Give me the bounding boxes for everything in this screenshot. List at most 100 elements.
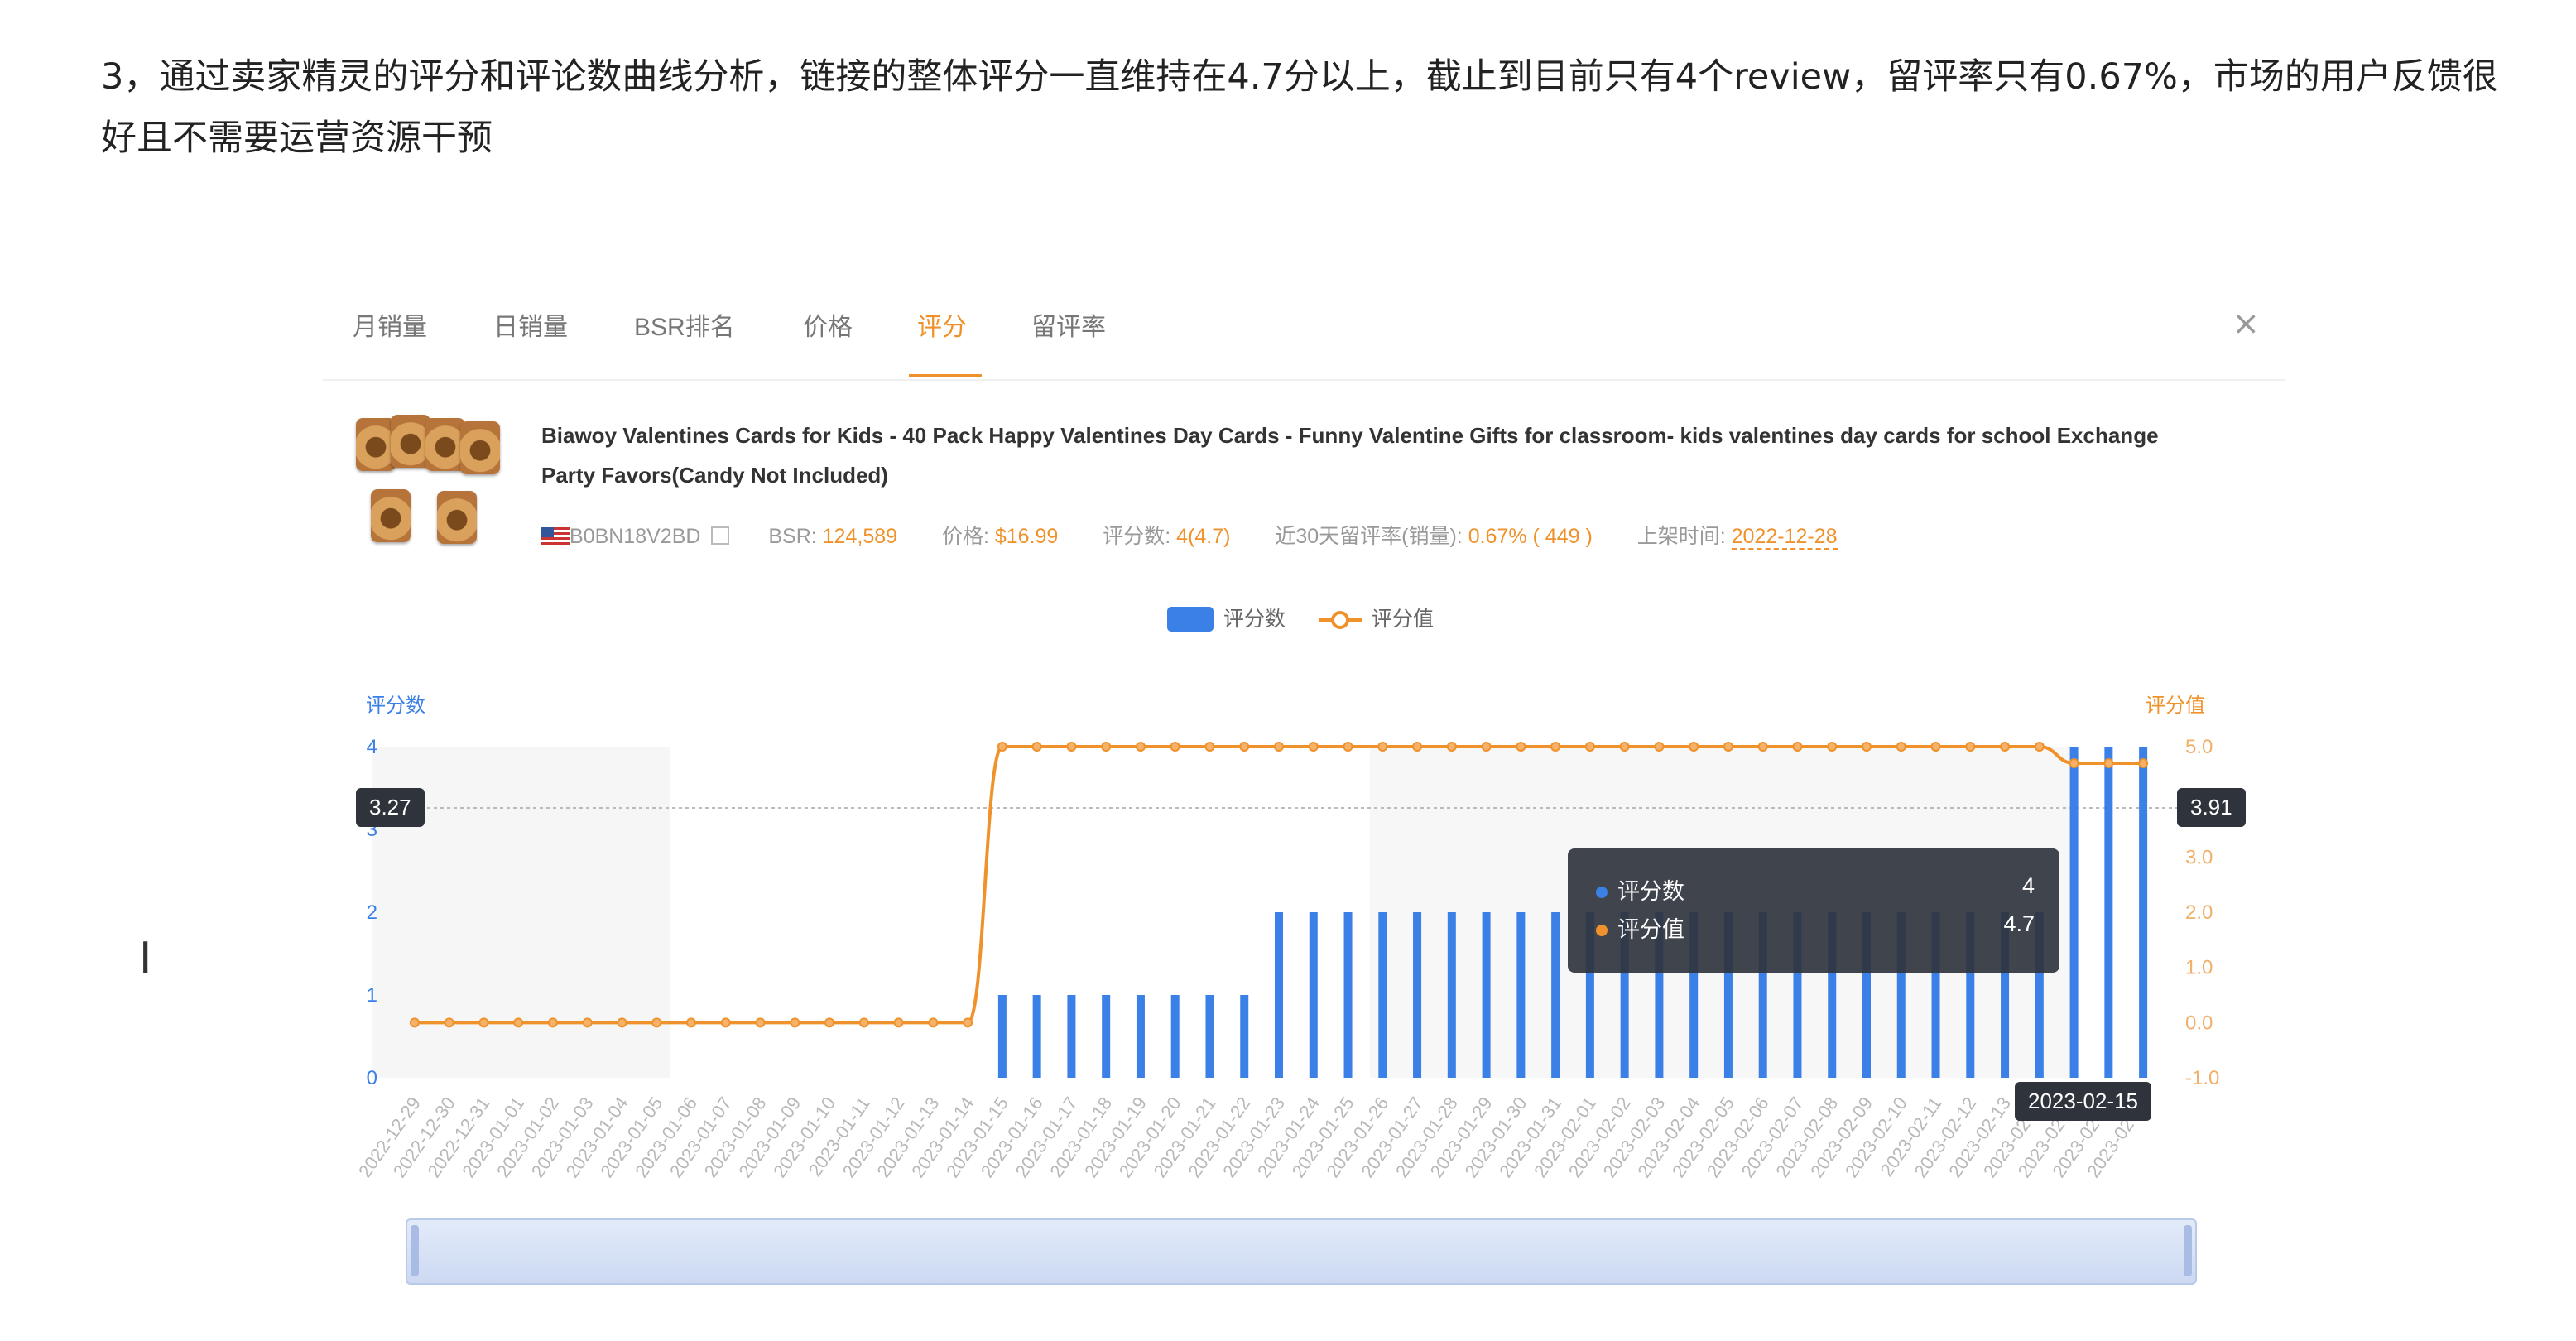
line-point[interactable] <box>513 1017 524 1028</box>
line-point[interactable] <box>858 1017 869 1028</box>
bar[interactable] <box>2139 747 2148 1078</box>
line-point[interactable] <box>1274 742 1284 752</box>
line-point[interactable] <box>1689 742 1699 752</box>
line-point[interactable] <box>478 1017 489 1028</box>
right-axis-title: 评分值 <box>2146 695 2205 717</box>
line-point[interactable] <box>651 1017 662 1028</box>
line-point[interactable] <box>1757 742 1768 752</box>
line-point[interactable] <box>1066 742 1077 752</box>
line-point[interactable] <box>444 1017 454 1028</box>
bar[interactable] <box>2104 747 2113 1078</box>
bar[interactable] <box>2069 747 2079 1078</box>
line-point[interactable] <box>928 1017 939 1028</box>
line-point[interactable] <box>2000 742 2011 752</box>
bar[interactable] <box>1205 995 1214 1078</box>
line-point[interactable] <box>1204 742 1215 752</box>
bar[interactable] <box>1067 995 1076 1078</box>
line-point[interactable] <box>409 1017 420 1028</box>
seller-sprite-panel: 月销量 日销量 BSR排名 价格 评分 留评率 × Biawoy Valenti… <box>323 281 2285 1341</box>
bar[interactable] <box>1309 912 1318 1078</box>
bar[interactable] <box>997 995 1007 1078</box>
line-point[interactable] <box>1481 742 1492 752</box>
bar[interactable] <box>1102 995 1111 1078</box>
zoom-slider[interactable] <box>406 1218 2197 1285</box>
line-point[interactable] <box>1584 742 1595 752</box>
left-tick-label: 1 <box>367 984 377 1007</box>
right-tick-label: 1.0 <box>2185 957 2213 979</box>
line-point[interactable] <box>997 742 1007 752</box>
right-tick-label: 3.0 <box>2185 846 2213 868</box>
line-point[interactable] <box>1792 742 1803 752</box>
line-point[interactable] <box>2138 758 2149 768</box>
line-point[interactable] <box>1412 742 1423 752</box>
tooltip-score-dot <box>1596 925 1608 936</box>
line-point[interactable] <box>1723 742 1733 752</box>
left-tick-label: 2 <box>367 901 377 924</box>
line-point[interactable] <box>1862 742 1872 752</box>
line-point[interactable] <box>963 1017 973 1028</box>
right-tick-label: 0.0 <box>2185 1012 2213 1034</box>
bar[interactable] <box>1343 912 1353 1078</box>
line-point[interactable] <box>1031 742 1042 752</box>
line-point[interactable] <box>1930 742 1941 752</box>
bar[interactable] <box>1516 912 1526 1078</box>
line-point[interactable] <box>2034 742 2045 752</box>
line-point[interactable] <box>2069 758 2079 768</box>
line-point[interactable] <box>1101 742 1112 752</box>
tooltip-count-row: 评分数 4 <box>1596 873 2035 906</box>
line-point[interactable] <box>1135 742 1146 752</box>
bar[interactable] <box>1447 912 1456 1078</box>
bar[interactable] <box>1240 995 1249 1078</box>
tooltip-score-row: 评分值 4.7 <box>1596 911 2035 944</box>
line-point[interactable] <box>755 1017 766 1028</box>
tooltip-score-value: 4.7 <box>2003 911 2035 936</box>
line-point[interactable] <box>1965 742 1976 752</box>
line-point[interactable] <box>1308 742 1319 752</box>
bar[interactable] <box>1551 912 1560 1078</box>
line-point[interactable] <box>2103 758 2114 768</box>
slider-left-handle[interactable] <box>411 1225 419 1276</box>
crosshair-right-value: 3.91 <box>2177 788 2246 827</box>
rating-chart[interactable]: 评分数评分值432105.04.03.02.01.00.0-1.02022-12… <box>323 281 2285 1341</box>
slider-right-handle[interactable] <box>2184 1225 2192 1276</box>
crosshair-date: 2023-02-15 <box>2015 1082 2151 1121</box>
line-point[interactable] <box>617 1017 627 1028</box>
line-point[interactable] <box>1446 742 1457 752</box>
line-point[interactable] <box>1170 742 1180 752</box>
bar[interactable] <box>1136 995 1145 1078</box>
bar[interactable] <box>1275 912 1283 1078</box>
bar[interactable] <box>1170 995 1180 1078</box>
tooltip-count-dot <box>1596 887 1608 898</box>
line-point[interactable] <box>1654 742 1665 752</box>
tooltip-score-label: 评分值 <box>1617 917 1684 942</box>
line-point[interactable] <box>1550 742 1561 752</box>
line-point[interactable] <box>547 1017 558 1028</box>
left-axis-title: 评分数 <box>366 695 425 717</box>
right-tick-label: 5.0 <box>2185 736 2213 758</box>
bar[interactable] <box>1413 912 1422 1078</box>
bar[interactable] <box>1032 995 1041 1078</box>
line-point[interactable] <box>1377 742 1388 752</box>
line-point[interactable] <box>1516 742 1526 752</box>
right-tick-label: -1.0 <box>2185 1067 2219 1089</box>
line-point[interactable] <box>790 1017 800 1028</box>
tooltip-count-label: 评分数 <box>1617 879 1684 904</box>
article-paragraph: 3，通过卖家精灵的评分和评论数曲线分析，链接的整体评分一直维持在4.7分以上，截… <box>101 56 2498 159</box>
left-tick-label: 4 <box>367 736 377 758</box>
line-point[interactable] <box>893 1017 904 1028</box>
line-point[interactable] <box>720 1017 731 1028</box>
bar[interactable] <box>1482 912 1491 1078</box>
left-tick-label: 0 <box>367 1067 377 1089</box>
crosshair-left-value: 3.27 <box>356 788 425 827</box>
line-point[interactable] <box>1343 742 1353 752</box>
right-tick-label: 2.0 <box>2185 901 2213 924</box>
line-point[interactable] <box>1239 742 1250 752</box>
line-point[interactable] <box>1896 742 1906 752</box>
tooltip-count-value: 4 <box>2021 873 2035 898</box>
line-point[interactable] <box>1619 742 1630 752</box>
line-point[interactable] <box>1827 742 1838 752</box>
line-point[interactable] <box>824 1017 835 1028</box>
line-point[interactable] <box>686 1017 696 1028</box>
bar[interactable] <box>1378 912 1387 1078</box>
line-point[interactable] <box>582 1017 593 1028</box>
